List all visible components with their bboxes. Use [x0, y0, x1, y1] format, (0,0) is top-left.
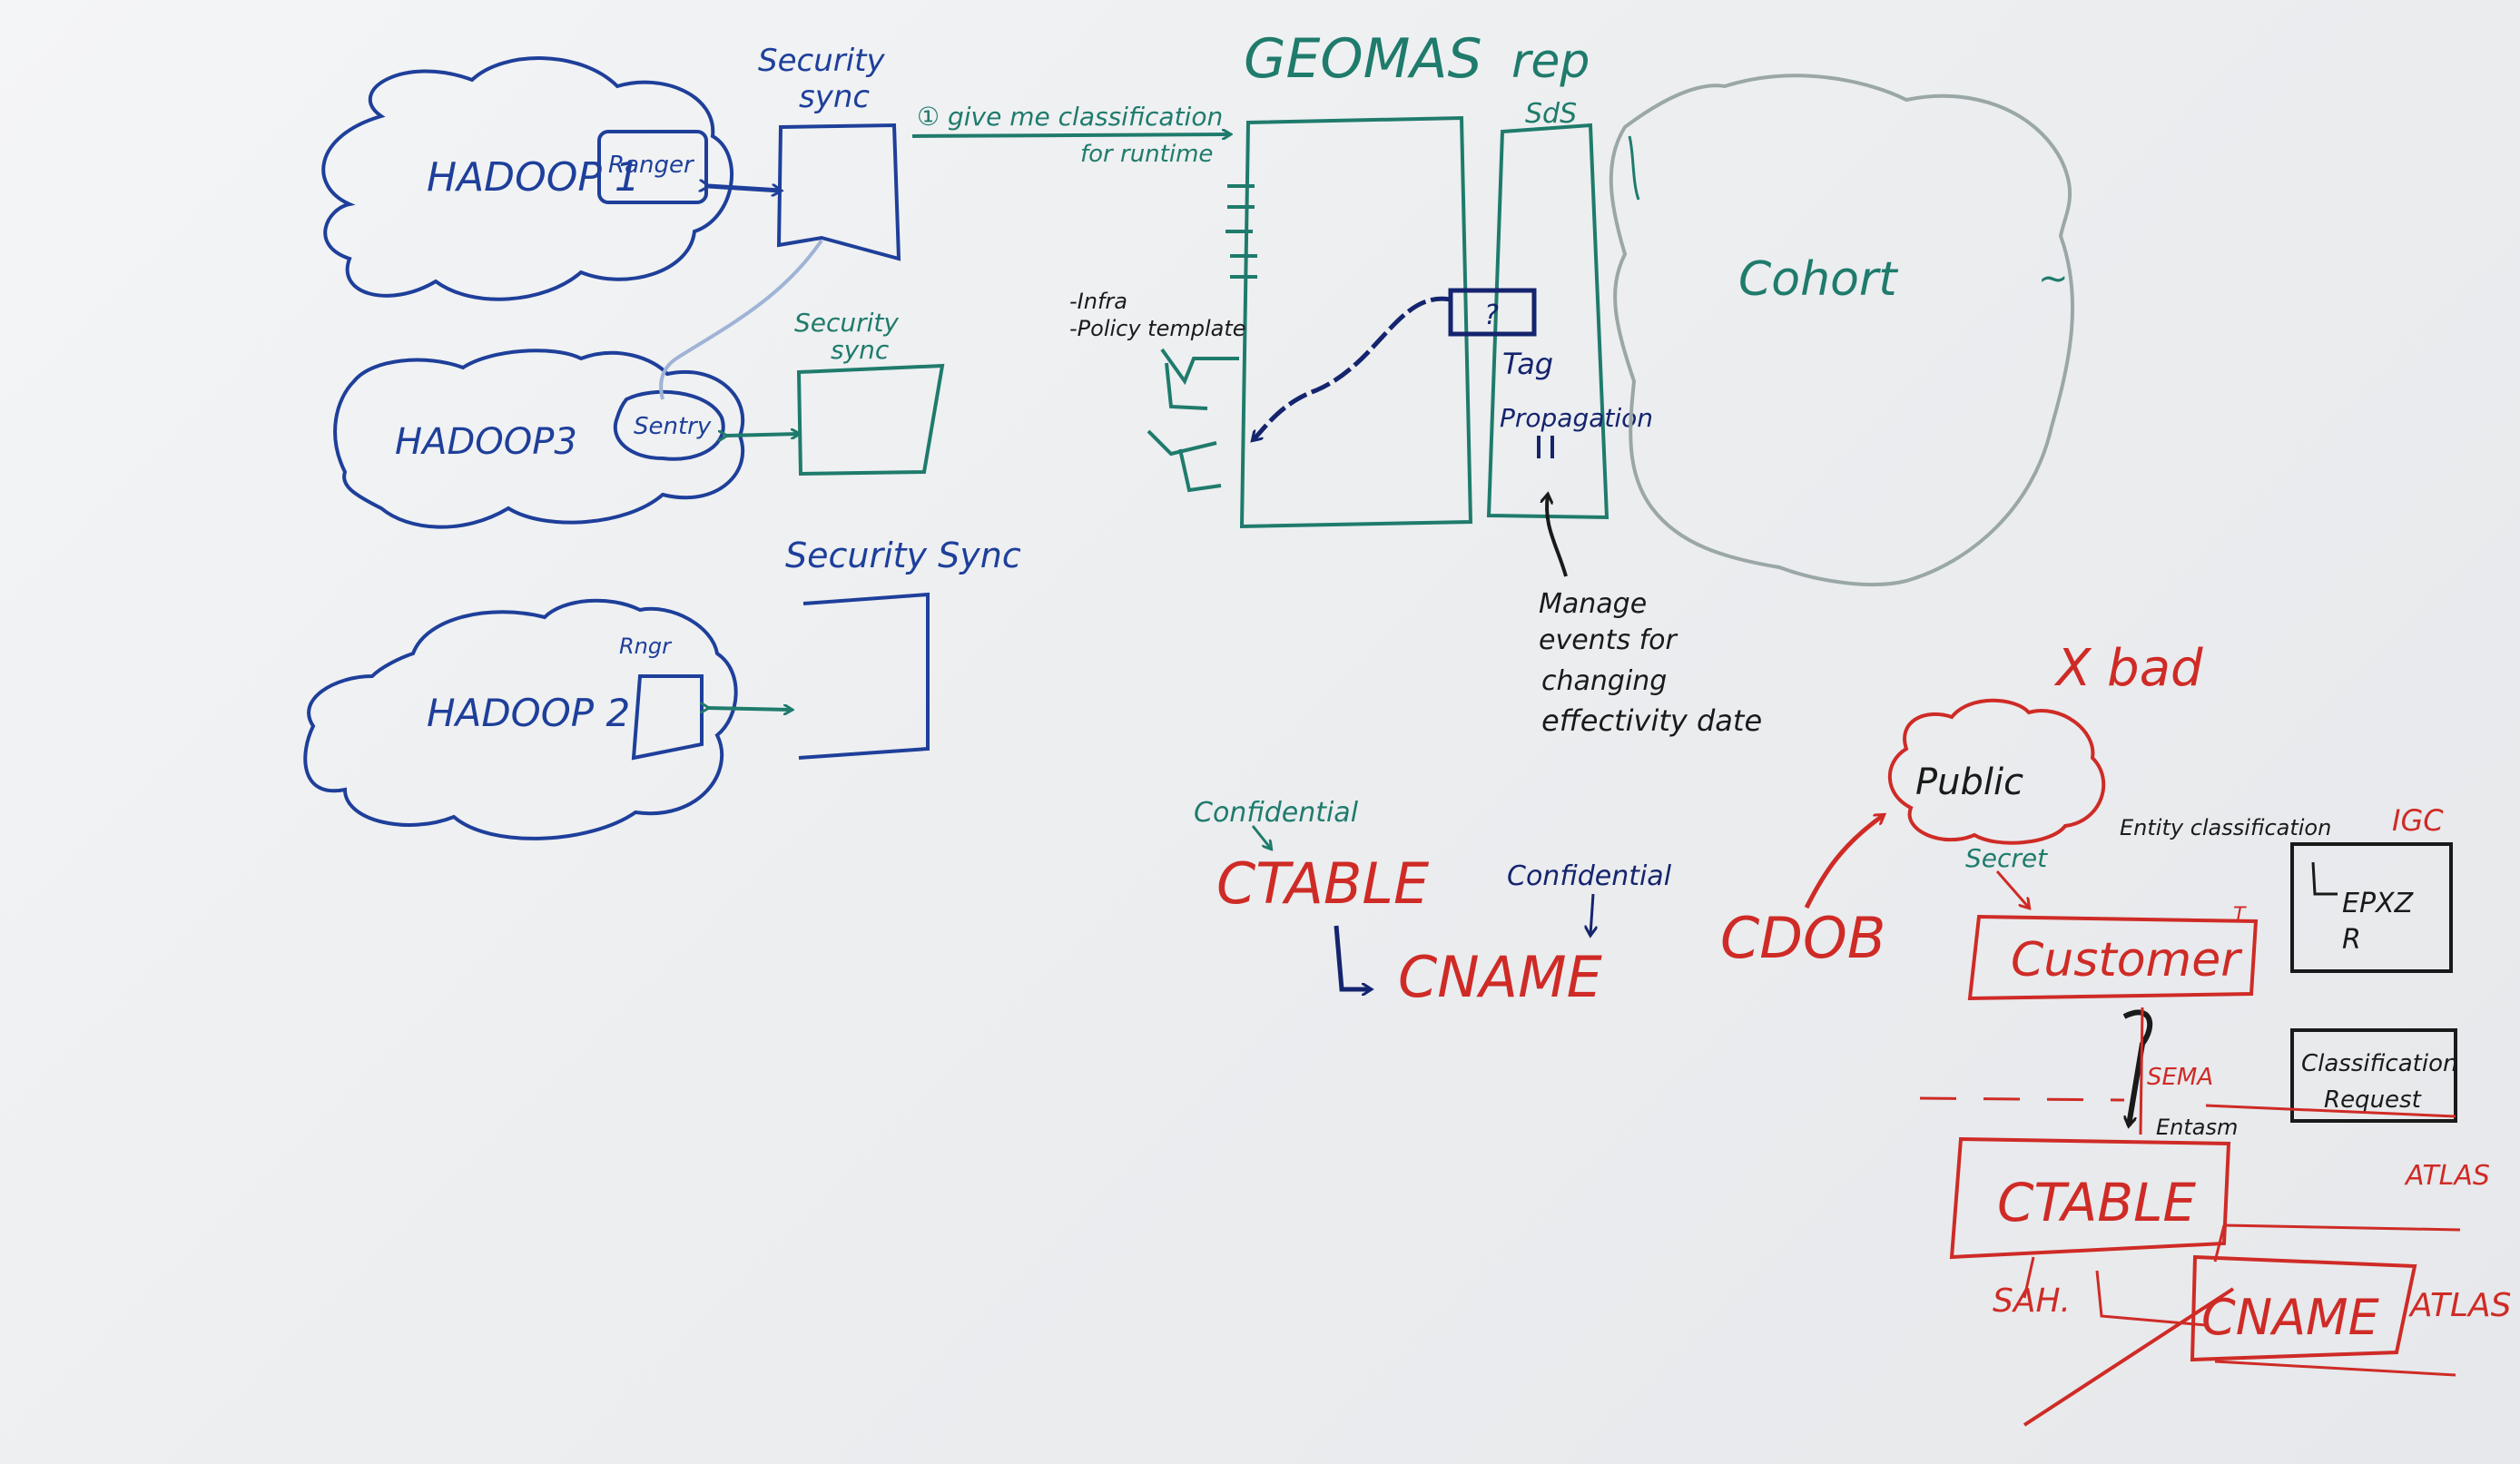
secret-label: Secret	[1965, 843, 2048, 873]
confidential-label-2: Confidential	[1507, 860, 1672, 892]
epxz-label: EPXZ	[2342, 888, 2415, 919]
classification-request-arrow	[911, 134, 1230, 136]
sync-top-box	[776, 123, 901, 261]
xbad-label: X bad	[2053, 639, 2203, 698]
epxz-hook	[2311, 861, 2338, 896]
cohort-inner-stroke	[1628, 135, 1640, 201]
cdob-public-arrow	[1804, 815, 1884, 909]
sync-bottom-label: Security Sync	[785, 535, 1021, 575]
note-line-2: events for	[1539, 624, 1678, 656]
geomas-ticks	[1226, 184, 1257, 279]
epxz-r-label: R	[2342, 924, 2361, 956]
hadoop1-ranger-label: Ranger	[608, 152, 695, 179]
infra-label: -Infra	[1069, 289, 1127, 314]
customer-t-mark: T	[2233, 904, 2247, 927]
tag-prop-down-ticks	[1537, 436, 1554, 458]
classification-request-label-1: Classification	[2301, 1050, 2457, 1077]
tag-label: Tag	[1502, 347, 1553, 381]
geomas-title: GEOMAS	[1244, 27, 1482, 91]
hadoop3-label: HADOOP3	[395, 421, 577, 463]
atlas-label-2: ATLAS	[2408, 1287, 2512, 1324]
confidential-label-1: Confidential	[1194, 797, 1359, 829]
geomas-rep: rep	[1511, 34, 1590, 89]
geomas-sds-box	[1486, 123, 1609, 520]
step1-label-2: for runtime	[1080, 141, 1213, 168]
hadoop1-sync-arrow	[708, 186, 781, 191]
geomas-box	[1239, 115, 1473, 529]
manage-events-arrow	[1547, 495, 1568, 577]
question-mark: ?	[1484, 300, 1499, 331]
note-line-1: Manage	[1539, 588, 1647, 620]
sah-label: SAH.	[1993, 1282, 2071, 1320]
divider-dashed	[1919, 1096, 2125, 1102]
cname-label: CNAME	[1398, 944, 1603, 1010]
sema-label: SEMA	[2147, 1064, 2213, 1091]
hadoop3-sentry-label: Sentry	[634, 413, 712, 440]
ctable-extension	[2223, 1223, 2461, 1232]
classification-request-label-2: Request	[2324, 1086, 2422, 1114]
entasm-label: Entasm	[2156, 1115, 2238, 1140]
policy-arrow-2	[1147, 429, 1222, 493]
tag-propagation-arrow	[1253, 296, 1452, 440]
customer-ctable-red-line	[2139, 1007, 2144, 1135]
step1-label: ① give me classification	[917, 102, 1223, 132]
policy-template-label: -Policy template	[1069, 316, 1246, 341]
confidential-arrow-2	[1590, 893, 1593, 935]
customer-ctable-arrow	[2124, 1009, 2153, 1125]
cdob-label: CDOB	[1720, 905, 1885, 971]
igc-label: IGC	[2392, 803, 2444, 838]
secret-arrow	[1995, 870, 2029, 908]
sync-top-label-2: sync	[799, 79, 870, 115]
hadoop2-label: HADOOP 2	[427, 691, 630, 735]
cohort-label: Cohort	[1738, 252, 1898, 307]
policy-arrow-1	[1160, 348, 1239, 410]
customer-label: Customer	[2011, 933, 2243, 987]
sync-mid-box	[796, 363, 945, 477]
public-label: Public	[1915, 761, 2023, 803]
hadoop2-sync-arrow	[708, 708, 792, 710]
sync-mid-label-1: Security	[794, 308, 899, 338]
ctable-right-label: CTABLE	[1997, 1172, 2196, 1233]
cohort-tilde: ~	[2038, 258, 2069, 300]
sync-bottom-box	[798, 592, 930, 760]
whiteboard-drawing: HADOOP 1 Ranger HADOOP3 Sentry HADOOP 2 …	[303, 27, 2512, 1427]
entity-classification-label: Entity classification	[2120, 815, 2331, 840]
cohort-cloud	[1609, 74, 2075, 586]
sync-top-label-1: Security	[758, 43, 885, 79]
ctable-label: CTABLE	[1216, 850, 1430, 917]
hadoop3-sync-arrow	[726, 434, 799, 436]
atlas-label-1: ATLAS	[2404, 1160, 2490, 1192]
cname-right-label: CNAME	[2201, 1289, 2380, 1346]
cname-right-line	[2214, 1360, 2456, 1377]
sync-mid-label-2: sync	[831, 335, 890, 365]
confidential-arrow-1	[1251, 825, 1271, 849]
hadoop2-ranger-box	[631, 674, 704, 761]
ctable-cname-connector	[1334, 925, 1371, 989]
note-line-4: effectivity date	[1541, 703, 1762, 738]
note-line-3: changing	[1541, 665, 1667, 697]
hadoop2-ranger-label: Rngr	[619, 634, 673, 659]
